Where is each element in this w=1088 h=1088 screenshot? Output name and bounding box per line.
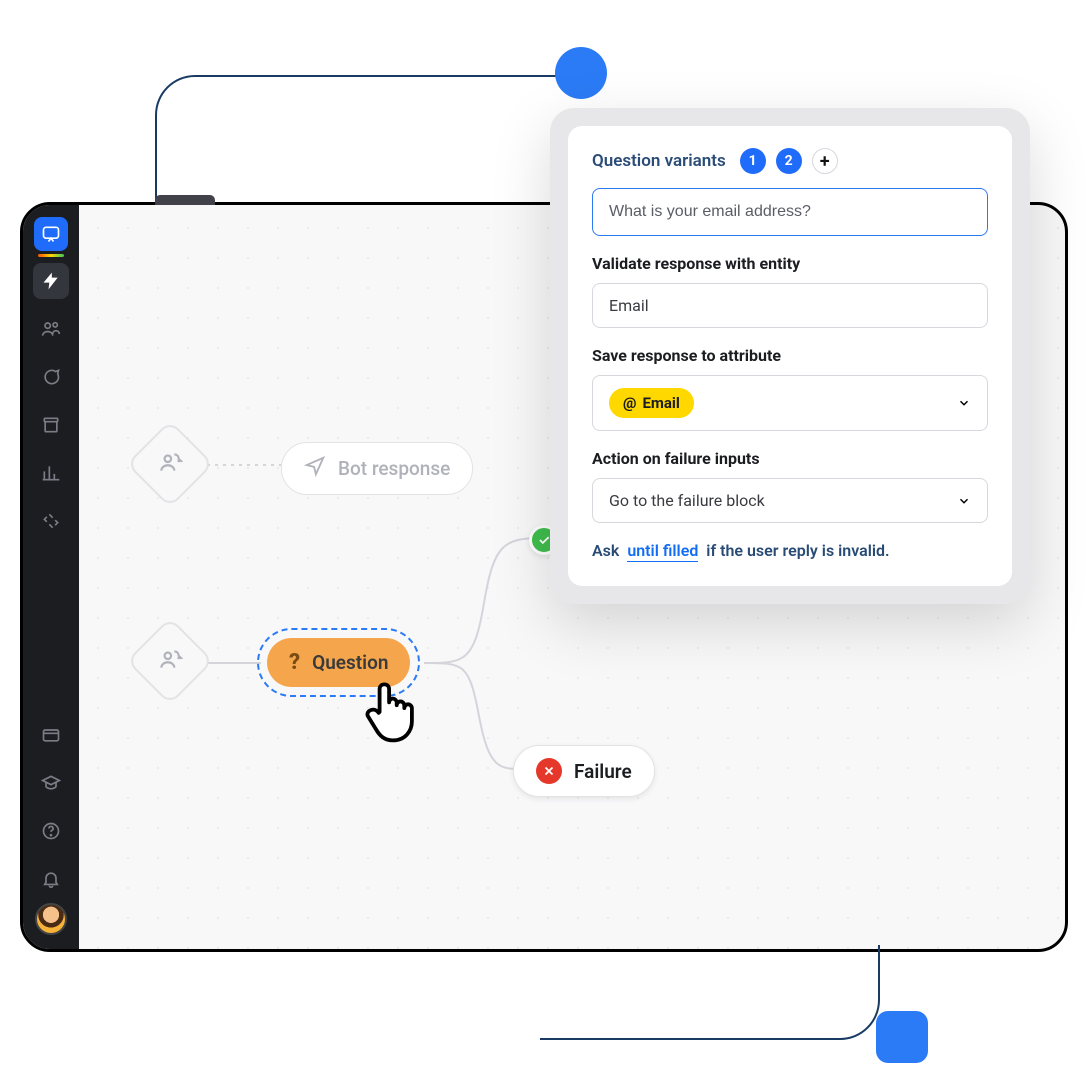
bot-response-label: Bot response xyxy=(338,457,450,480)
variant-badge-1[interactable]: 1 xyxy=(740,148,766,174)
variant-badge-2[interactable]: 2 xyxy=(776,148,802,174)
question-text-input[interactable] xyxy=(592,188,988,236)
failure-action-select[interactable]: Go to the failure block xyxy=(592,478,988,523)
failure-action-value: Go to the failure block xyxy=(609,491,765,510)
variants-label: Question variants xyxy=(592,151,726,171)
sidebar xyxy=(23,205,79,949)
sidebar-item-flows[interactable] xyxy=(33,263,69,299)
sidebar-item-help[interactable] xyxy=(33,813,69,849)
ask-until-filled-note: Ask until filled if the user reply is in… xyxy=(592,541,988,560)
save-attribute-select[interactable]: @ Email xyxy=(592,375,988,431)
until-filled-link[interactable]: until filled xyxy=(627,541,698,562)
branch-node[interactable] xyxy=(126,617,214,705)
attribute-chip: @ Email xyxy=(609,388,694,418)
add-variant-button[interactable]: + xyxy=(812,148,838,174)
fail-icon xyxy=(536,758,562,784)
sidebar-item-notifications[interactable] xyxy=(33,861,69,897)
validate-entity-select[interactable]: Email xyxy=(592,283,988,328)
question-icon: ? xyxy=(289,650,300,675)
validate-entity-value: Email xyxy=(609,296,649,315)
failure-node[interactable]: Failure xyxy=(513,745,655,797)
decorative-line-top xyxy=(155,75,585,210)
sidebar-item-archive[interactable] xyxy=(33,407,69,443)
trigger-node[interactable] xyxy=(126,420,214,508)
chevron-down-icon xyxy=(957,494,971,508)
sidebar-item-integrations[interactable] xyxy=(33,503,69,539)
chevron-down-icon xyxy=(957,396,971,410)
failure-action-label: Action on failure inputs xyxy=(592,449,988,468)
question-config-panel: Question variants 1 2 + Validate respons… xyxy=(550,108,1030,604)
app-logo[interactable] xyxy=(34,217,68,251)
sidebar-item-users[interactable] xyxy=(33,311,69,347)
trigger-icon xyxy=(157,449,183,479)
cursor-pointer-icon xyxy=(353,672,429,752)
sidebar-item-billing[interactable] xyxy=(33,717,69,753)
user-avatar[interactable] xyxy=(35,903,67,935)
sidebar-item-analytics[interactable] xyxy=(33,455,69,491)
bot-response-node[interactable]: Bot response xyxy=(281,442,473,495)
send-icon xyxy=(304,455,326,482)
question-label: Question xyxy=(312,651,388,674)
save-attribute-label: Save response to attribute xyxy=(592,346,988,365)
validate-label: Validate response with entity xyxy=(592,254,988,273)
window-tab-nub xyxy=(155,195,215,205)
sidebar-item-chat[interactable] xyxy=(33,359,69,395)
decorative-line-bottom xyxy=(540,945,880,1040)
branch-icon xyxy=(157,646,183,676)
at-icon: @ xyxy=(623,394,636,412)
failure-label: Failure xyxy=(574,760,632,783)
sidebar-item-learn[interactable] xyxy=(33,765,69,801)
